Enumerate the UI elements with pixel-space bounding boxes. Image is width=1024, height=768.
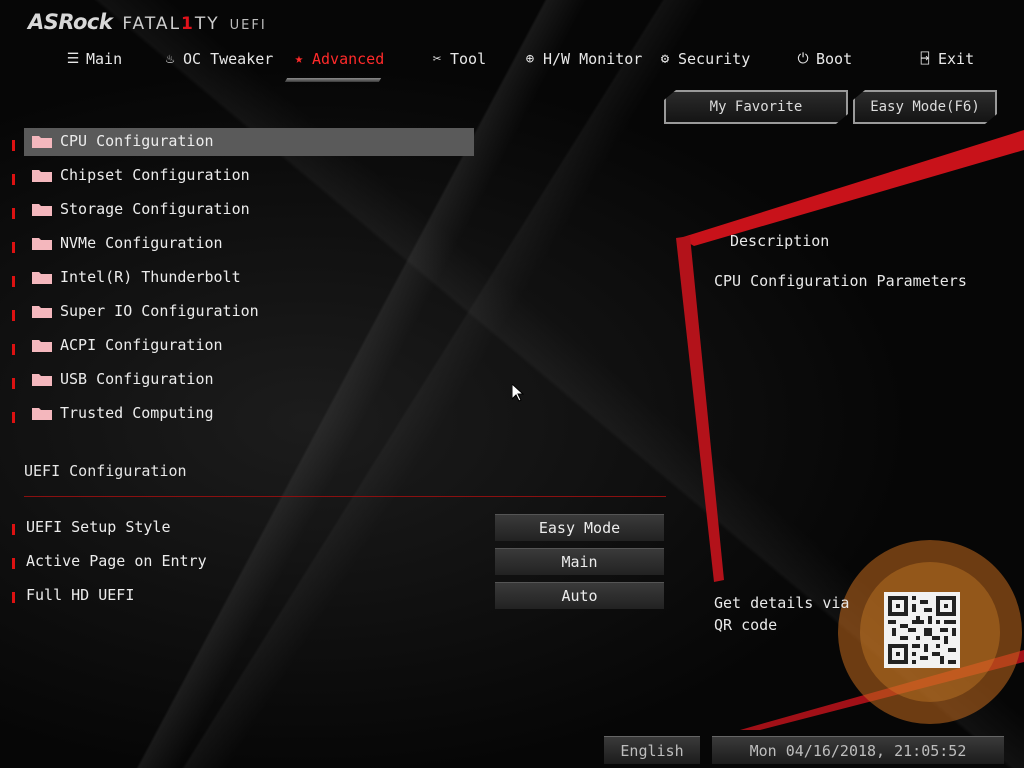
tab-main[interactable]: ☰ Main xyxy=(66,50,122,68)
menu-item-chipset-configuration[interactable]: Chipset Configuration xyxy=(0,162,480,190)
description-title: Description xyxy=(730,232,830,250)
setting-label: Full HD UEFI xyxy=(26,586,135,604)
tab-boot[interactable]: ⏻ Boot xyxy=(796,50,852,68)
tab-hw-monitor[interactable]: ⊕ H/W Monitor xyxy=(523,50,643,68)
qr-code-icon xyxy=(884,592,960,668)
easy-mode-button[interactable]: Easy Mode(F6) xyxy=(853,90,997,124)
qr-caption: Get details via QR code xyxy=(714,594,850,634)
folder-icon xyxy=(32,408,52,420)
setting-full-hd-uefi: Full HD UEFI Auto xyxy=(0,582,670,610)
tab-oc-tweaker[interactable]: ♨ OC Tweaker xyxy=(163,50,274,68)
top-nav: ☰ Main ♨ OC Tweaker ★ Advanced ✂ Tool ⊕ … xyxy=(0,50,1024,76)
item-marker xyxy=(12,208,15,219)
asrock-logo: ASRock FATAL1TY UEFI xyxy=(28,10,267,38)
folder-icon xyxy=(32,170,52,182)
rocket-icon: ♨ xyxy=(165,51,175,67)
logo-brand: ASRock xyxy=(28,10,113,34)
section-divider xyxy=(24,496,666,497)
item-marker xyxy=(12,558,15,569)
menu-item-trusted-computing[interactable]: Trusted Computing xyxy=(0,400,480,428)
logo-fatality: FATAL1TY xyxy=(122,14,220,34)
qr-pattern xyxy=(888,596,956,664)
menu-item-cpu-configuration[interactable]: CPU Configuration xyxy=(0,128,480,156)
item-marker xyxy=(12,276,15,287)
item-marker xyxy=(12,174,15,185)
item-marker xyxy=(12,412,15,423)
item-marker xyxy=(12,378,15,389)
folder-icon xyxy=(32,238,52,250)
my-favorite-button[interactable]: My Favorite xyxy=(664,90,848,124)
power-icon: ⏻ xyxy=(797,51,809,67)
folder-icon xyxy=(32,340,52,352)
exit-door-icon: ⍈ xyxy=(920,51,930,67)
folder-icon xyxy=(32,136,52,148)
uefi-setup-style-value[interactable]: Easy Mode xyxy=(495,514,664,541)
menu-item-nvme-configuration[interactable]: NVMe Configuration xyxy=(0,230,480,258)
crosshair-icon: ⊕ xyxy=(525,51,535,67)
description-text: CPU Configuration Parameters xyxy=(714,272,967,290)
active-page-on-entry-value[interactable]: Main xyxy=(495,548,664,575)
item-marker xyxy=(12,344,15,355)
item-marker xyxy=(12,592,15,603)
shield-gear-icon: ⚙ xyxy=(660,51,670,67)
menu-item-intel-thunderbolt[interactable]: Intel(R) Thunderbolt xyxy=(0,264,480,292)
language-button[interactable]: English xyxy=(604,736,700,764)
item-marker xyxy=(12,524,15,535)
full-hd-uefi-value[interactable]: Auto xyxy=(495,582,664,609)
folder-icon xyxy=(32,272,52,284)
item-marker xyxy=(12,140,15,151)
section-title-uefi-configuration: UEFI Configuration xyxy=(24,462,187,480)
list-icon: ☰ xyxy=(66,51,80,67)
menu-item-storage-configuration[interactable]: Storage Configuration xyxy=(0,196,480,224)
folder-icon xyxy=(32,204,52,216)
tools-icon: ✂ xyxy=(432,51,442,67)
setting-label: Active Page on Entry xyxy=(26,552,207,570)
menu-item-usb-configuration[interactable]: USB Configuration xyxy=(0,366,480,394)
menu-item-acpi-configuration[interactable]: ACPI Configuration xyxy=(0,332,480,360)
tab-tool[interactable]: ✂ Tool xyxy=(430,50,486,68)
tab-security[interactable]: ⚙ Security xyxy=(658,50,750,68)
setting-uefi-setup-style: UEFI Setup Style Easy Mode xyxy=(0,514,670,542)
tab-advanced[interactable]: ★ Advanced xyxy=(292,50,384,68)
setting-label: UEFI Setup Style xyxy=(26,518,171,536)
setting-active-page-on-entry: Active Page on Entry Main xyxy=(0,548,670,576)
active-tab-indicator xyxy=(284,78,382,82)
folder-icon xyxy=(32,306,52,318)
tab-exit[interactable]: ⍈ Exit xyxy=(918,50,974,68)
star-icon: ★ xyxy=(294,51,304,67)
mouse-cursor-icon xyxy=(512,384,524,402)
item-marker xyxy=(12,242,15,253)
folder-icon xyxy=(32,374,52,386)
item-marker xyxy=(12,310,15,321)
datetime-display: Mon 04/16/2018, 21:05:52 xyxy=(712,736,1004,764)
menu-item-super-io-configuration[interactable]: Super IO Configuration xyxy=(0,298,480,326)
logo-uefi: UEFI xyxy=(229,18,267,33)
advanced-menu-list: CPU Configuration Chipset Configuration … xyxy=(0,128,480,434)
